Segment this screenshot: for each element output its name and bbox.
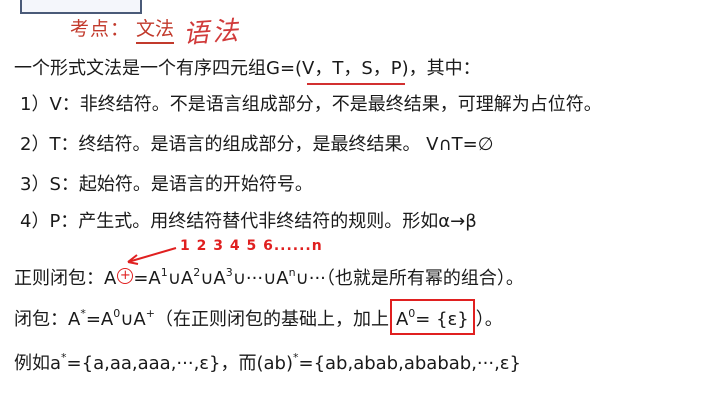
closure-end: ）。 — [475, 309, 503, 330]
definition-tuple: (V，T，S，P) — [295, 58, 409, 79]
item-production: 4）P：产生式。用终结符替代非终结符的规则。形如α→β — [20, 211, 477, 232]
highlight-box: A0= {ε} — [389, 299, 475, 335]
power-index-annotation: 1 2 3 4 5 6......n — [180, 238, 323, 254]
example-line: 例如a*={a,aa,aaa,···,ε}，而(ab)*={ab,abab,ab… — [14, 345, 521, 377]
example-prefix: 例如a — [14, 353, 62, 374]
slide-thumbnail-frame — [20, 0, 142, 14]
item-start-symbol: 3）S：起始符。是语言的开始符号。 — [20, 174, 313, 195]
boxed-a: A — [395, 309, 409, 330]
pc-sup-n: n — [288, 266, 296, 279]
boxed-epsilon-set: = {ε} — [415, 309, 469, 330]
item-terminal: 2）T：终结符。是语言的组成部分，是最终结果。 V∩T=∅ — [20, 134, 494, 155]
closure-eq: =A — [85, 309, 114, 330]
pc-sup-1: 1 — [160, 266, 168, 279]
pc-tail: ∪···（也就是所有幂的组合）。 — [295, 268, 524, 289]
positive-closure-label: 正则闭包：A — [14, 268, 117, 289]
closure-label: 闭包：A — [14, 309, 81, 330]
handwritten-note: 语法 — [182, 16, 243, 50]
definition-line: 一个形式文法是一个有序四元组G=(V，T，S，P)，其中： — [14, 56, 481, 82]
slide-header: 考点： 文法 — [70, 14, 175, 44]
definition-suffix: ，其中： — [408, 58, 481, 79]
closure-note: （在正则闭包的基础上，加上 — [154, 309, 389, 330]
pc-sup-3: 3 — [225, 266, 233, 279]
topic-value: 文法 — [136, 14, 175, 44]
circled-plus-mark: + — [117, 268, 134, 284]
item-nonterminal: 1）V：非终结符。不是语言组成部分，不是最终结果，可理解为占位符。 — [20, 94, 602, 115]
topic-label: 考点： — [70, 18, 131, 40]
example-set-1: ={a,aa,aaa,···,ε}，而(ab) — [66, 353, 293, 374]
example-set-2: ={ab,abab,ababab,···,ε} — [298, 353, 521, 374]
pc-union-2: ∪A — [200, 268, 226, 289]
pc-union-1: ∪A — [167, 268, 194, 289]
closure-union: ∪A — [120, 309, 146, 330]
closure-line: 闭包：A*=A0∪A+（在正则闭包的基础上，加上 A0= {ε}）。 — [14, 299, 503, 335]
closure-sup-plus: + — [145, 307, 155, 320]
definition-prefix: 一个形式文法是一个有序四元组G= — [14, 58, 296, 79]
pc-union-3: ∪···∪A — [232, 268, 289, 289]
positive-closure-line: 正则闭包：A + =A1∪A2∪A3∪···∪An∪···（也就是所有幂的组合）。 — [14, 260, 524, 292]
pc-eq: =A — [133, 268, 161, 289]
